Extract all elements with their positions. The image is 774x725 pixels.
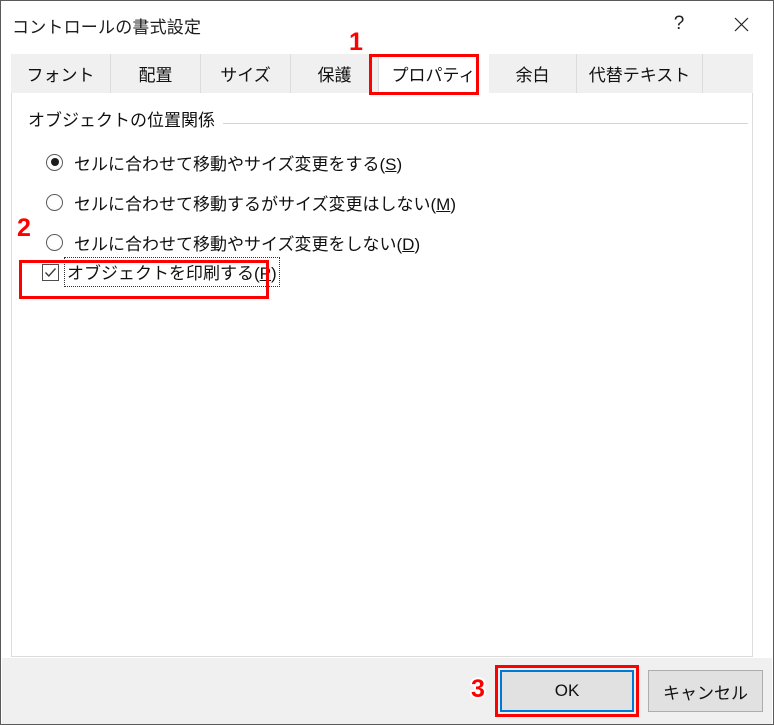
radio-no-move-no-size-label: セルに合わせて移動やサイズ変更をしない(D) xyxy=(74,234,421,254)
tab-properties[interactable]: プロパティ xyxy=(379,54,489,93)
tab-strip: フォント 配置 サイズ 保護 プロパティ 余白 代替テキスト xyxy=(11,54,753,93)
checkbox-print-object-label: オブジェクトを印刷する(P) xyxy=(64,257,280,287)
radio-no-move-no-size[interactable]: セルに合わせて移動やサイズ変更をしない(D) xyxy=(46,229,420,255)
tab-font[interactable]: フォント xyxy=(11,54,111,93)
group-label: オブジェクトの位置関係 xyxy=(28,106,223,131)
radio-button-icon[interactable] xyxy=(46,193,63,211)
tab-margin[interactable]: 余白 xyxy=(489,54,577,93)
dialog-title: コントロールの書式設定 xyxy=(12,18,202,37)
checkmark-icon[interactable] xyxy=(42,263,59,281)
radio-move-and-size[interactable]: セルに合わせて移動やサイズ変更をする(S) xyxy=(46,149,402,175)
tab-alignment[interactable]: 配置 xyxy=(111,54,201,93)
close-icon[interactable] xyxy=(718,1,764,47)
radio-button-icon[interactable] xyxy=(46,233,63,251)
ok-button[interactable]: OK xyxy=(500,670,634,712)
radio-move-and-size-label: セルに合わせて移動やサイズ変更をする(S) xyxy=(74,154,403,174)
radio-move-no-size[interactable]: セルに合わせて移動するがサイズ変更はしない(M) xyxy=(46,189,456,215)
format-control-dialog: コントロールの書式設定 ? フォント 配置 サイズ 保護 プロパティ 余白 代替… xyxy=(0,0,774,725)
cancel-button[interactable]: キャンセル xyxy=(648,670,763,712)
help-icon[interactable]: ? xyxy=(656,1,702,47)
tab-protection[interactable]: 保護 xyxy=(291,54,379,93)
tab-size[interactable]: サイズ xyxy=(201,54,291,93)
radio-move-no-size-label: セルに合わせて移動するがサイズ変更はしない(M) xyxy=(74,194,456,214)
tab-alt-text[interactable]: 代替テキスト xyxy=(577,54,703,93)
radio-button-icon[interactable] xyxy=(46,153,63,171)
tab-strip-filler xyxy=(703,54,753,93)
title-bar: コントロールの書式設定 ? xyxy=(1,1,773,47)
properties-panel: オブジェクトの位置関係 セルに合わせて移動やサイズ変更をする(S) セルに合わせ… xyxy=(11,93,753,657)
checkbox-print-object[interactable]: オブジェクトを印刷する(P) xyxy=(42,257,280,287)
